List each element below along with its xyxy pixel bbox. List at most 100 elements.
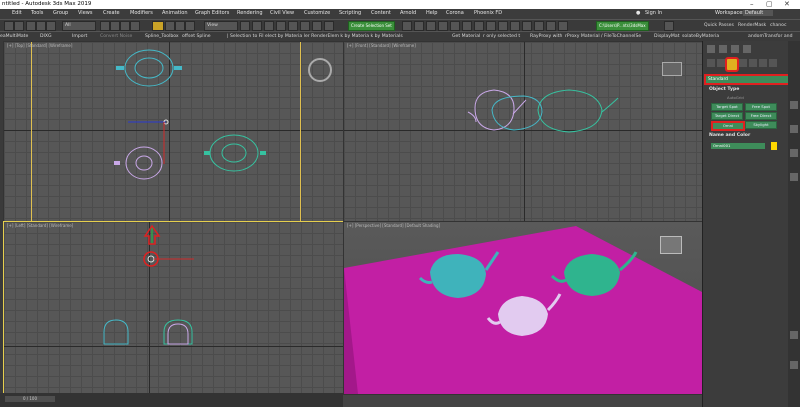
extension-icon[interactable] [790, 361, 798, 369]
layer-explorer-icon[interactable] [426, 21, 436, 31]
menu-views[interactable]: Views [78, 10, 92, 16]
menu-graph-editors[interactable]: Graph Editors [195, 10, 229, 16]
dixg-button[interactable]: DIXG [40, 34, 52, 39]
render-setup-icon[interactable] [486, 21, 496, 31]
frame-counter[interactable]: 0 / 100 [5, 396, 55, 402]
create-tab-icon[interactable] [707, 45, 715, 53]
align-icon[interactable] [414, 21, 424, 31]
project-path-dropdown[interactable]: C:\Users\P...nts\3dsMax [596, 21, 649, 31]
render-production-icon[interactable] [510, 21, 520, 31]
create-selection-set-dropdown[interactable]: Create Selection Set [348, 21, 395, 31]
edit-named-selection-icon[interactable] [324, 21, 334, 31]
close-button[interactable]: ✕ [784, 0, 790, 8]
rendered-frame-window-icon[interactable] [498, 21, 508, 31]
color-swatch[interactable] [771, 142, 777, 150]
select-object-icon[interactable] [100, 21, 110, 31]
undo-icon[interactable] [4, 21, 14, 31]
lights-icon[interactable] [725, 57, 739, 72]
cameras-icon[interactable] [739, 59, 747, 67]
viewcube-icon[interactable] [308, 58, 332, 82]
extension-icon[interactable] [790, 331, 798, 339]
selection-filter-dropdown[interactable]: All [62, 21, 96, 31]
free-spot-button[interactable]: Free Spot [745, 103, 777, 111]
a360-gallery-icon[interactable] [546, 21, 556, 31]
free-direct-button[interactable]: Free Direct [745, 112, 777, 120]
menu-customize[interactable]: Customize [304, 10, 330, 16]
menu-tools[interactable]: Tools [31, 10, 43, 16]
systems-icon[interactable] [769, 59, 777, 67]
render-mask-button[interactable]: RenderMask [738, 23, 766, 28]
reference-coordinate-dropdown[interactable]: View [204, 21, 238, 31]
modify-tab-icon[interactable] [719, 45, 727, 53]
snaps-toggle-icon[interactable] [276, 21, 286, 31]
angle-snap-icon[interactable] [288, 21, 298, 31]
sign-in-link[interactable]: Sign In [645, 10, 662, 16]
extension-icon[interactable] [790, 125, 798, 133]
viewport-top[interactable]: [+] [Top] [Standard] [Wireframe] [3, 41, 345, 223]
extension-icon[interactable] [790, 149, 798, 157]
time-slider[interactable]: 0 / 100 [0, 393, 343, 407]
spline-toolbox-button[interactable]: Spline_Toolbox [145, 34, 179, 39]
quick-passes-button[interactable]: Quick Passes [704, 23, 734, 28]
spinner-snap-icon[interactable] [312, 21, 322, 31]
extension-icon[interactable] [790, 173, 798, 181]
curve-editor-icon[interactable] [450, 21, 460, 31]
menu-content[interactable]: Content [371, 10, 391, 16]
workspaces-dropdown[interactable]: Default [743, 10, 774, 16]
shapes-icon[interactable] [717, 59, 725, 67]
extension-icon[interactable] [790, 101, 798, 109]
convert-noise-button[interactable]: Convert Noise [100, 34, 132, 39]
scale-icon[interactable] [175, 21, 185, 31]
target-direct-button[interactable]: Target Direct [711, 112, 743, 120]
render-in-cloud-icon[interactable] [534, 21, 544, 31]
proxy-material-button[interactable]: rProxy Material / FileToChannelSe [565, 34, 641, 39]
menu-arnold[interactable]: Arnold [400, 10, 416, 16]
select-manipulate-icon[interactable] [252, 21, 262, 31]
object-name-input[interactable]: Omni001 [711, 143, 765, 149]
viewcube-icon[interactable] [660, 236, 682, 254]
get-material-button[interactable]: Get Material [452, 34, 480, 39]
menu-group[interactable]: Group [53, 10, 68, 16]
menu-corona[interactable]: Corona [446, 10, 464, 16]
display-mat-button[interactable]: DisplayMat [654, 34, 680, 39]
maximize-button[interactable]: ▢ [766, 0, 773, 8]
menu-help[interactable]: Help [426, 10, 437, 16]
random-transform-button[interactable]: andomTransfor and [748, 34, 793, 39]
menu-modifiers[interactable]: Modifiers [130, 10, 153, 16]
viewport-left[interactable]: [+] [Left] [Standard] [Wireframe] [3, 221, 345, 395]
move-icon[interactable] [152, 21, 164, 31]
toggle-ribbon-icon[interactable] [438, 21, 448, 31]
rotate-icon[interactable] [165, 21, 175, 31]
unlink-icon[interactable] [36, 21, 46, 31]
schematic-view-icon[interactable] [462, 21, 472, 31]
menu-animation[interactable]: Animation [162, 10, 188, 16]
motion-tab-icon[interactable] [743, 45, 751, 53]
rectangular-selection-icon[interactable] [120, 21, 130, 31]
place-icon[interactable] [185, 21, 195, 31]
chanoc-button[interactable]: chanoc [770, 23, 787, 28]
menu-create[interactable]: Create [103, 10, 120, 16]
viewport-perspective[interactable]: [+] [Perspective] [Standard] [Default Sh… [343, 221, 703, 395]
spacewarps-icon[interactable] [759, 59, 767, 67]
menu-phoenix-fd[interactable]: Phoenix FD [474, 10, 502, 16]
mirror-icon[interactable] [402, 21, 412, 31]
bind-spacewarp-icon[interactable] [46, 21, 56, 31]
skylight-button[interactable]: Skylight [745, 121, 777, 129]
category-dropdown[interactable]: Standard [704, 74, 792, 85]
rayproxy-with-button[interactable]: RayProxy with [530, 34, 562, 39]
link-icon[interactable] [26, 21, 36, 31]
percent-snap-icon[interactable] [300, 21, 310, 31]
redo-icon[interactable] [14, 21, 24, 31]
menu-scripting[interactable]: Scripting [339, 10, 361, 16]
multimate-button[interactable]: eaMultiMate [0, 34, 28, 39]
menu-civil-view[interactable]: Civil View [270, 10, 294, 16]
viewcube-icon[interactable] [662, 62, 682, 76]
autogrid-checkbox[interactable]: AutoGrid [727, 95, 744, 100]
name-color-rollout[interactable]: Name and Color [709, 133, 750, 138]
user-icon[interactable]: ● [636, 10, 640, 16]
menu-rendering[interactable]: Rendering [237, 10, 263, 16]
project-folder-icon[interactable] [558, 21, 568, 31]
material-editor-icon[interactable] [474, 21, 484, 31]
object-type-rollout[interactable]: Object Type [709, 87, 739, 92]
target-spot-button[interactable]: Target Spot [711, 103, 743, 111]
